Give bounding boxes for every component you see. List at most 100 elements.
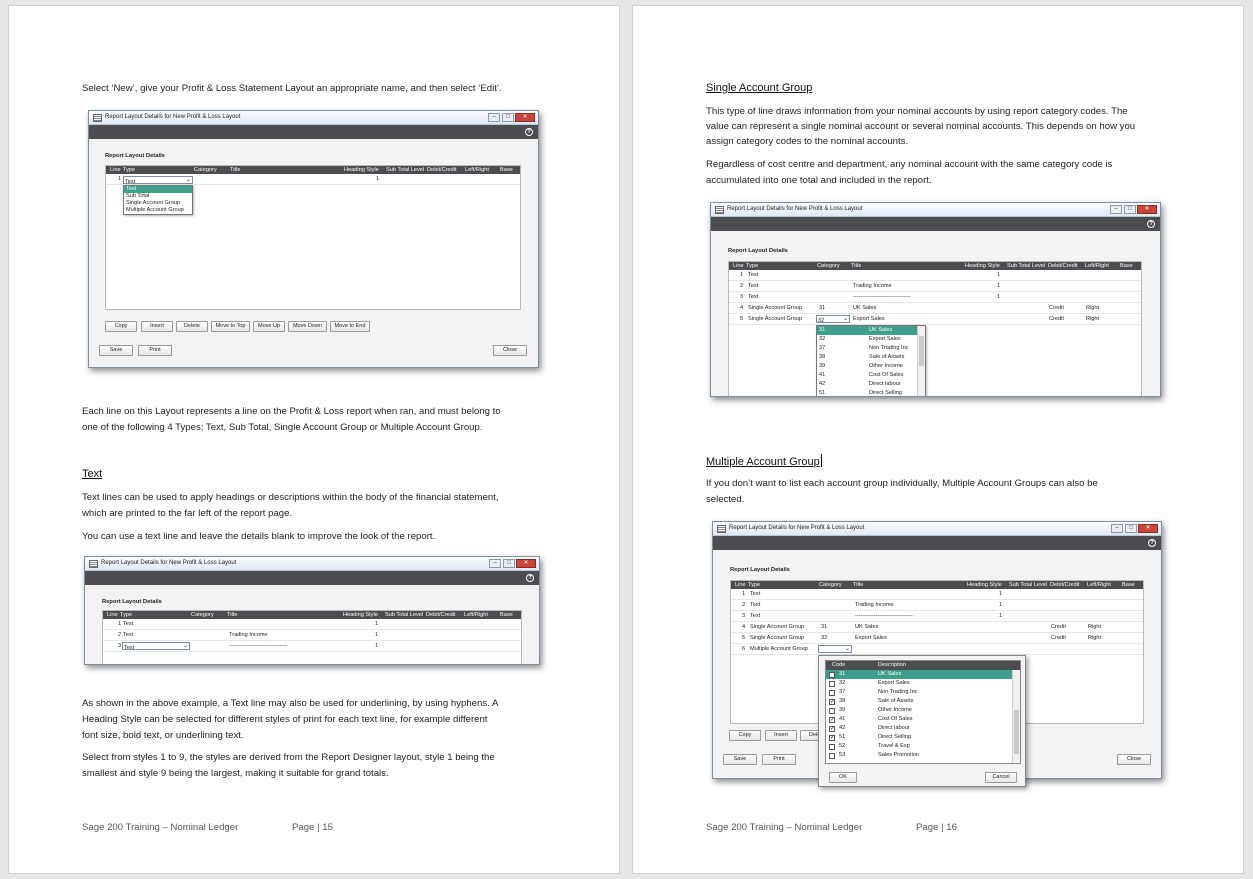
title-bar[interactable]: Report Layout Details for New Profit & L…	[89, 111, 538, 125]
layout-grid[interactable]: Line Type Category Title Heading Style S…	[102, 610, 522, 664]
move-to-top-button[interactable]: Move to Top	[211, 321, 250, 332]
checkbox-icon[interactable]	[829, 690, 835, 696]
insert-button[interactable]: Insert	[765, 730, 797, 741]
maximize-icon[interactable]: □	[503, 559, 515, 568]
category-picker-popup[interactable]: Code Description 31 UK Sales 32 Export Sale…	[818, 655, 1026, 787]
table-row[interactable]: 3 Text ⌄ ------------------------------- …	[103, 641, 521, 652]
list-item[interactable]: 38 Sale of Assets	[817, 353, 925, 362]
list-item[interactable]: ✓ 38 Sale of Assets	[826, 697, 1020, 706]
type-dropdown[interactable]: Text Sub Total Single Account Group Mult…	[123, 185, 193, 215]
close-icon[interactable]: ✕	[515, 113, 535, 122]
table-row[interactable]: 1 Text 1	[731, 589, 1143, 600]
move-down-button[interactable]: Move Down	[288, 321, 327, 332]
checkbox-icon[interactable]	[829, 753, 835, 759]
title-bar[interactable]: Report Layout Details for New Profit & L…	[713, 522, 1161, 536]
table-row[interactable]: 3 Text ------------------------------- 1	[731, 611, 1143, 622]
list-item[interactable]: 39 Other Income	[817, 362, 925, 371]
table-row[interactable]: 1 Text 1	[103, 619, 521, 630]
list-item[interactable]: 39 Other Income	[826, 706, 1020, 715]
scrollbar[interactable]	[1012, 670, 1020, 763]
close-button[interactable]: Close	[1117, 754, 1151, 765]
list-item[interactable]: ✓ 41 Cost Of Sales	[826, 715, 1020, 724]
minimize-icon[interactable]: –	[488, 113, 500, 122]
checkbox-icon[interactable]	[829, 708, 835, 714]
col-title: Title	[230, 167, 241, 173]
option-multiple-account-group[interactable]: Multiple Account Group	[124, 207, 192, 214]
list-item[interactable]: 51 Direct Selling	[817, 389, 925, 396]
close-icon[interactable]: ✕	[1137, 205, 1157, 214]
print-button[interactable]: Print	[762, 754, 796, 765]
maximize-icon[interactable]: □	[502, 113, 514, 122]
chevron-down-icon: ⌄	[842, 316, 848, 322]
checked-checkbox-icon[interactable]: ✓	[829, 726, 835, 732]
move-to-end-button[interactable]: Move to End	[330, 321, 370, 332]
close-icon[interactable]: ✕	[1138, 524, 1158, 533]
list-item[interactable]: 52 Travel & Exp	[826, 742, 1020, 751]
checked-checkbox-icon[interactable]: ✓	[829, 699, 835, 705]
list-item[interactable]: ✓ 51 Direct Selling	[826, 733, 1020, 742]
category-select[interactable]: 32 ⌄	[816, 315, 850, 324]
ok-button[interactable]: OK	[829, 772, 857, 783]
table-row[interactable]: 5 Single Account Group 32 Export Sales Credi…	[731, 633, 1143, 644]
list-item[interactable]: 31 UK Sales	[817, 326, 925, 335]
checkbox-icon[interactable]	[829, 681, 835, 687]
print-button[interactable]: Print	[138, 345, 172, 356]
table-row[interactable]: 4 Single Account Group 31 UK Sales Credit Rig…	[729, 303, 1141, 314]
minimize-icon[interactable]: –	[1111, 524, 1123, 533]
option-text[interactable]: Text	[124, 186, 192, 193]
list-item[interactable]: 42 Direct labour	[817, 380, 925, 389]
help-icon[interactable]: ?	[526, 574, 534, 582]
table-row[interactable]: 4 Single Account Group 31 UK Sales Credit Rig…	[731, 622, 1143, 633]
help-icon[interactable]: ?	[1148, 539, 1156, 547]
scrollbar[interactable]	[917, 326, 925, 396]
table-row[interactable]: 3 Text ------------------------------- 1	[729, 292, 1141, 303]
option-single-account-group[interactable]: Single Account Group	[124, 200, 192, 207]
checkbox-icon[interactable]	[829, 672, 835, 678]
table-row[interactable]: 2 Text Trading Income 1	[731, 600, 1143, 611]
type-select[interactable]: Text ⌄	[122, 642, 190, 651]
type-select[interactable]: Text ⌄	[123, 176, 193, 185]
delete-button[interactable]: Delete	[176, 321, 208, 332]
layout-grid[interactable]: Line Type Category Title Heading Style S…	[105, 165, 521, 310]
insert-button[interactable]: Insert	[141, 321, 173, 332]
checked-checkbox-icon[interactable]: ✓	[829, 735, 835, 741]
option-sub-total[interactable]: Sub Total	[124, 193, 192, 200]
maximize-icon[interactable]: □	[1124, 205, 1136, 214]
section-title: Report Layout Details	[728, 248, 788, 254]
help-icon[interactable]: ?	[1147, 220, 1155, 228]
list-item[interactable]: 32 Export Sales	[826, 679, 1020, 688]
list-item[interactable]: 53 Sales Promotion	[826, 751, 1020, 760]
minimize-icon[interactable]: –	[489, 559, 501, 568]
list-item[interactable]: ✓ 42 Direct labour	[826, 724, 1020, 733]
list-item[interactable]: 37 Non Trading Inc	[826, 688, 1020, 697]
checkbox-icon[interactable]	[829, 744, 835, 750]
table-row[interactable]: 1 Text 1	[729, 270, 1141, 281]
maximize-icon[interactable]: □	[1125, 524, 1137, 533]
list-item[interactable]: 32 Export Sales	[817, 335, 925, 344]
list-item[interactable]: 41 Cost Of Sales	[817, 371, 925, 380]
help-icon[interactable]: ?	[525, 128, 533, 136]
layout-grid[interactable]: Line Type Category Title Heading Style S…	[728, 261, 1142, 396]
title-bar[interactable]: Report Layout Details for New Profit & L…	[85, 557, 539, 571]
table-row[interactable]: 6 Multiple Account Group ⌄	[731, 644, 1143, 655]
copy-button[interactable]: Copy	[105, 321, 137, 332]
save-button[interactable]: Save	[723, 754, 757, 765]
category-select[interactable]: ⌄	[818, 645, 852, 653]
save-button[interactable]: Save	[99, 345, 133, 356]
cancel-button[interactable]: Cancel	[985, 772, 1017, 783]
table-row[interactable]: 2 Text Trading Income 1	[103, 630, 521, 641]
table-row[interactable]: 1 Text ⌄ 1	[106, 174, 520, 185]
table-row[interactable]: 2 Text Trading Income 1	[729, 281, 1141, 292]
list-item[interactable]: 31 UK Sales	[826, 670, 1020, 679]
title-bar[interactable]: Report Layout Details for New Profit & L…	[711, 203, 1160, 217]
checked-checkbox-icon[interactable]: ✓	[829, 717, 835, 723]
move-up-button[interactable]: Move Up	[253, 321, 285, 332]
minimize-icon[interactable]: –	[1110, 205, 1122, 214]
category-checklist[interactable]: Code Description 31 UK Sales 32 Export Sale…	[825, 660, 1021, 764]
category-dropdown[interactable]: 31 UK Sales 32 Export Sales 37 Non Trading …	[816, 325, 926, 396]
list-item[interactable]: 37 Non Trading Inc	[817, 344, 925, 353]
table-row[interactable]: 5 Single Account Group 32 ⌄ Export Sales Cr…	[729, 314, 1141, 325]
close-icon[interactable]: ✕	[516, 559, 536, 568]
close-button[interactable]: Close	[493, 345, 527, 356]
copy-button[interactable]: Copy	[729, 730, 761, 741]
